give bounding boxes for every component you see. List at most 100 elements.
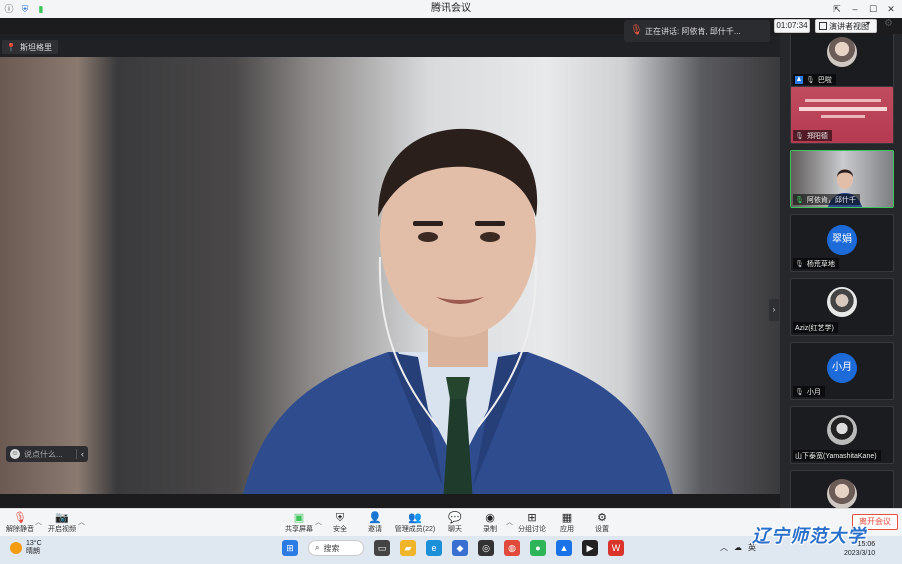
speaker-figure bbox=[243, 128, 673, 494]
participant-name: Aziz(红艺学) bbox=[795, 324, 834, 332]
participant-label: 🎙 杨荒草地 bbox=[793, 258, 839, 269]
maximize-button[interactable]: ☐ bbox=[868, 3, 878, 15]
members-icon: 👥 bbox=[408, 512, 422, 524]
members-button[interactable]: 👥 管理成员(22) bbox=[393, 511, 437, 537]
speaking-text: 正在讲话: 阿依肯, 邱什千... bbox=[645, 26, 741, 36]
participant-name: 郑阳德 bbox=[806, 132, 828, 140]
view-mode-label: 演讲者视图 bbox=[829, 21, 869, 31]
window-title: 腾讯会议 bbox=[431, 3, 471, 14]
participant-photo bbox=[827, 287, 857, 317]
close-button[interactable]: ✕ bbox=[886, 3, 896, 15]
meeting-window: ⓘ ⛨ ▮ 腾讯会议 ⇱ – ☐ ✕ 📍 斯坦格里 ☺ 说点什么... ‹ › … bbox=[0, 0, 902, 564]
participant-label: 🎙 郑阳德 bbox=[793, 130, 832, 141]
participant-name: 杨荒草地 bbox=[806, 260, 835, 268]
system-tray: ︿ ☁ 英 bbox=[720, 542, 756, 553]
cloud-icon[interactable]: ☁ bbox=[734, 543, 742, 552]
participant-tile[interactable]: 翠娟 🎙 杨荒草地 bbox=[790, 214, 894, 272]
shield-icon[interactable]: ⛨ bbox=[20, 4, 30, 14]
panel-collapse-button[interactable]: › bbox=[769, 299, 779, 321]
main-video-feed bbox=[0, 57, 780, 494]
window-controls: ⇱ – ☐ ✕ bbox=[832, 3, 902, 15]
participant-tile[interactable]: 小月 🎙 小月 bbox=[790, 342, 894, 400]
participant-photo bbox=[827, 37, 857, 67]
speaking-banner: 🎙 正在讲话: 阿依肯, 邱什千... bbox=[624, 20, 770, 42]
gear-icon: ⚙ bbox=[597, 512, 607, 524]
task-view-icon[interactable]: ▭ bbox=[374, 540, 390, 556]
mic-muted-icon: 🎙 bbox=[795, 132, 804, 140]
top-settings-icon[interactable]: ⚙ bbox=[884, 18, 893, 29]
participant-label: ♟ 🎙 巴啦 bbox=[793, 74, 836, 85]
invite-label: 邀请 bbox=[368, 526, 382, 533]
participant-panel: ♟ 🎙 巴啦 🎙 郑阳德 🎙 阿依肯，邱什千 翠娟 🎙 杨荒草地 Aziz(红艺… bbox=[780, 34, 902, 510]
settings-label: 设置 bbox=[595, 526, 609, 533]
taskbar-search[interactable]: ⌕ 搜索 bbox=[308, 540, 364, 556]
pin-window-icon[interactable]: ⇱ bbox=[832, 3, 842, 15]
mic-muted-icon: 🎙 bbox=[795, 388, 804, 396]
grid-view-icon bbox=[819, 22, 827, 30]
watermark-text: 辽宁师范大学 bbox=[752, 526, 866, 546]
participant-name: 巴啦 bbox=[817, 76, 832, 84]
start-icon[interactable]: ⊞ bbox=[282, 540, 298, 556]
members-label: 管理成员(22) bbox=[394, 526, 436, 533]
invite-button[interactable]: 👤 邀请 bbox=[353, 511, 397, 537]
minimize-button[interactable]: – bbox=[850, 3, 860, 15]
speaker-tag-label: 斯坦格里 bbox=[19, 42, 52, 52]
search-label: 搜索 bbox=[323, 543, 340, 553]
emoji-icon[interactable]: ☺ bbox=[10, 449, 20, 459]
participant-tile[interactable]: 🎙 郑阳德 bbox=[790, 86, 894, 144]
store-icon[interactable]: ◆ bbox=[452, 540, 468, 556]
host-icon: ♟ bbox=[795, 75, 803, 84]
main-video-stage: 📍 斯坦格里 ☺ 说点什么... ‹ › bbox=[0, 34, 780, 494]
participant-tile[interactable]: 山下泰宽(YamashitaKane) bbox=[790, 406, 894, 464]
mic-active-icon: 🎙 bbox=[795, 196, 804, 204]
wechat-icon[interactable]: ● bbox=[530, 540, 546, 556]
participant-avatar: 小月 bbox=[827, 353, 857, 383]
view-dropdown-icon[interactable]: ▾ bbox=[866, 19, 870, 28]
participant-tile[interactable]: ♟ 🎙 巴啦 bbox=[790, 34, 894, 88]
settings-button[interactable]: ⚙ 设置 bbox=[580, 511, 624, 537]
chat-quick-input[interactable]: ☺ 说点什么... ‹ bbox=[6, 446, 88, 462]
title-bar: ⓘ ⛨ ▮ 腾讯会议 ⇱ – ☐ ✕ bbox=[0, 0, 902, 18]
participant-label: 🎙 阿依肯，邱什千 bbox=[793, 194, 860, 205]
edge-icon[interactable]: e bbox=[426, 540, 442, 556]
chat-collapse-arrow[interactable]: ‹ bbox=[76, 449, 88, 459]
weather-desc: 晴朗 bbox=[26, 548, 40, 555]
info-icon[interactable]: ⓘ bbox=[4, 4, 14, 14]
participant-label: 山下泰宽(YamashitaKane) bbox=[793, 450, 881, 461]
wps-icon[interactable]: W bbox=[608, 540, 624, 556]
participant-tile-active[interactable]: 🎙 阿依肯，邱什千 bbox=[790, 150, 894, 208]
participant-photo bbox=[827, 415, 857, 445]
chat-placeholder: 说点什么... bbox=[24, 449, 63, 459]
speaker-tag[interactable]: 📍 斯坦格里 bbox=[2, 40, 58, 54]
weather-widget[interactable]: 13°C 晴朗 bbox=[10, 540, 42, 556]
clock-date: 2023/3/10 bbox=[844, 550, 876, 557]
participant-name: 小月 bbox=[806, 388, 821, 396]
dell-icon[interactable]: ◎ bbox=[478, 540, 494, 556]
pin-icon: 📍 bbox=[6, 42, 16, 52]
weather-temp: 13°C bbox=[26, 540, 42, 547]
microphone-icon: 🎙 bbox=[630, 25, 643, 36]
sun-icon bbox=[10, 542, 22, 554]
folder-icon[interactable]: ▰ bbox=[400, 540, 416, 556]
participant-tile[interactable] bbox=[790, 470, 894, 510]
participant-photo bbox=[827, 479, 857, 509]
participant-label: 🎙 小月 bbox=[793, 386, 825, 397]
tray-expand-icon[interactable]: ︿ bbox=[720, 542, 728, 553]
mic-muted-icon: 🎙 bbox=[795, 260, 804, 268]
participant-name: 山下泰宽(YamashitaKane) bbox=[795, 452, 877, 460]
participant-tile[interactable]: Aziz(红艺学) bbox=[790, 278, 894, 336]
participant-label: Aziz(红艺学) bbox=[793, 322, 838, 333]
meeting-timer: 01:07:34 bbox=[774, 19, 810, 33]
title-bar-status: ⓘ ⛨ ▮ bbox=[0, 4, 46, 14]
search-icon: ⌕ bbox=[315, 543, 320, 552]
signal-icon[interactable]: ▮ bbox=[36, 4, 46, 14]
participant-avatar: 翠娟 bbox=[827, 225, 857, 255]
taskbar-apps: ⊞ ⌕ 搜索 ▭ ▰ e ◆ ◎ ◍ ● ▲ ▶ W bbox=[282, 540, 624, 556]
chrome-icon[interactable]: ◍ bbox=[504, 540, 520, 556]
tencent-meeting-icon[interactable]: ▲ bbox=[556, 540, 572, 556]
media-player-icon[interactable]: ▶ bbox=[582, 540, 598, 556]
add-user-icon: 👤 bbox=[368, 512, 382, 524]
mic-muted-icon: 🎙 bbox=[806, 76, 815, 84]
video-dropdown-icon[interactable]: ︿ bbox=[78, 517, 85, 527]
participant-name: 阿依肯，邱什千 bbox=[806, 196, 856, 204]
